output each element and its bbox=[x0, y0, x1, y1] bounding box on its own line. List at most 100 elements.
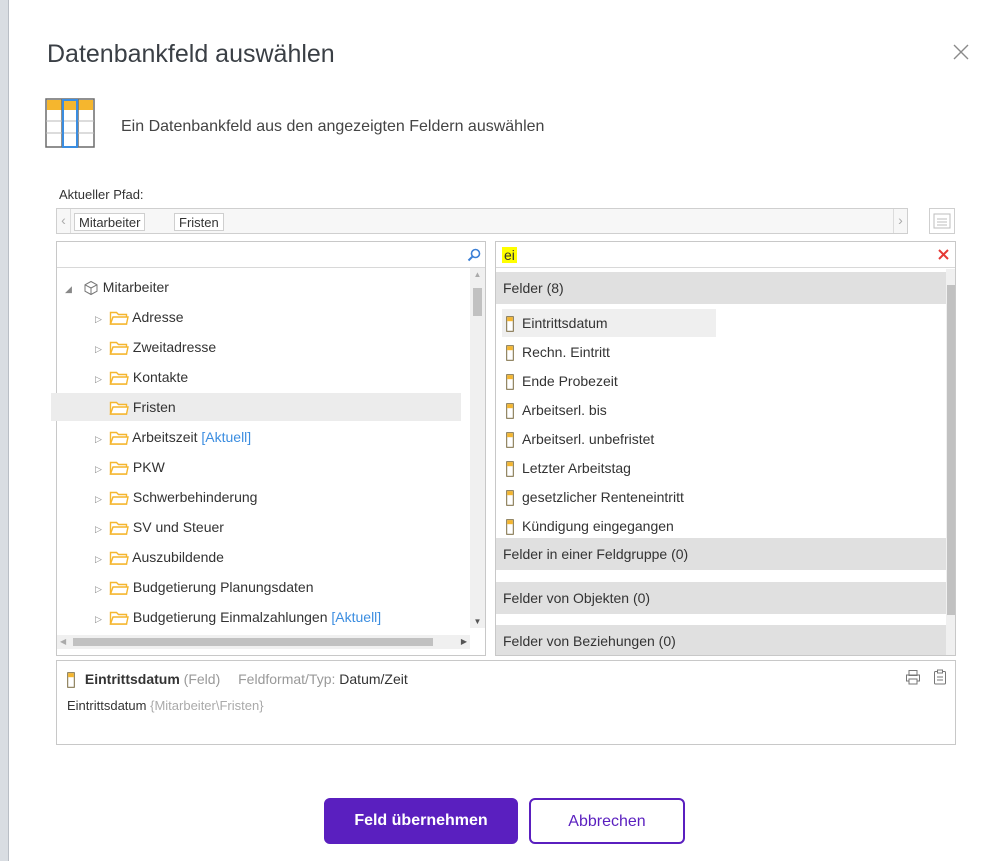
field-list-item[interactable]: Arbeitserl. unbefristet bbox=[506, 425, 654, 453]
info-format-value: Datum/Zeit bbox=[339, 671, 408, 687]
scroll-right-arrow-icon[interactable]: ▶ bbox=[461, 635, 467, 649]
expand-triangle-icon[interactable]: ▷ bbox=[95, 455, 109, 483]
date-field-icon bbox=[506, 403, 514, 420]
info-header: Eintrittsdatum (Feld) Feldformat/Typ: Da… bbox=[67, 671, 408, 689]
clipboard-icon[interactable] bbox=[933, 669, 947, 685]
path-scroll-right-icon[interactable]: › bbox=[893, 209, 907, 233]
tree-item-label: Budgetierung Planungsdaten bbox=[132, 579, 314, 595]
expand-triangle-icon[interactable]: ▷ bbox=[95, 575, 109, 603]
cancel-button[interactable]: Abbrechen bbox=[529, 798, 685, 844]
breadcrumb-mitarbeiter[interactable]: Mitarbeiter bbox=[74, 213, 146, 231]
folder-icon bbox=[109, 462, 129, 475]
tree-item[interactable]: ▷ PKW bbox=[95, 453, 165, 481]
scroll-up-arrow-icon[interactable]: ▲ bbox=[470, 270, 485, 279]
field-label: gesetzlicher Renteneintritt bbox=[522, 489, 684, 505]
folder-icon bbox=[109, 612, 129, 625]
tree-item[interactable]: ▷ Auszubildende bbox=[95, 543, 224, 571]
field-list-item[interactable]: Rechn. Eintritt bbox=[506, 338, 610, 366]
date-field-icon bbox=[506, 519, 514, 536]
field-list-item[interactable]: gesetzlicher Renteneintritt bbox=[506, 483, 684, 511]
folder-icon bbox=[109, 312, 129, 325]
field-list-item[interactable]: Kündigung eingegangen bbox=[506, 512, 674, 540]
fields-vscroll-thumb[interactable] bbox=[947, 285, 955, 615]
field-list-item[interactable]: Letzter Arbeitstag bbox=[506, 454, 631, 482]
info-format-label: Feldformat/Typ: bbox=[238, 671, 336, 687]
clear-search-icon[interactable] bbox=[937, 248, 950, 261]
field-label: Letzter Arbeitstag bbox=[522, 460, 631, 476]
folder-icon bbox=[109, 582, 129, 595]
list-view-icon bbox=[933, 213, 951, 229]
tree-item[interactable]: ▷ Zweitadresse bbox=[95, 333, 216, 361]
field-label: Arbeitserl. unbefristet bbox=[522, 431, 655, 447]
tree-item-label: Auszubildende bbox=[132, 549, 224, 565]
tree-item-label: Arbeitszeit bbox=[132, 429, 198, 445]
tree-item-label: SV und Steuer bbox=[132, 519, 224, 535]
field-label: Ende Probezeit bbox=[522, 373, 618, 389]
close-icon[interactable] bbox=[949, 40, 973, 64]
fields-vertical-scrollbar[interactable] bbox=[946, 269, 955, 655]
section-beziehungen[interactable]: Felder von Beziehungen (0) bbox=[496, 625, 946, 655]
tree-item[interactable]: ▷ Kontakte bbox=[95, 363, 188, 391]
date-field-icon bbox=[506, 432, 514, 449]
tree-hscroll-thumb[interactable] bbox=[73, 638, 433, 646]
tree-item[interactable]: ▷ Arbeitszeit [Aktuell] bbox=[95, 423, 251, 451]
info-field-name: Eintrittsdatum bbox=[84, 671, 180, 687]
print-icon[interactable] bbox=[905, 669, 921, 685]
tree-horizontal-scrollbar[interactable]: ◀ ▶ bbox=[57, 635, 470, 649]
info-field-kind: (Feld) bbox=[183, 671, 221, 687]
tree-search-box[interactable] bbox=[57, 242, 485, 268]
tree-item[interactable]: Fristen bbox=[95, 393, 176, 421]
expand-triangle-icon[interactable]: ▷ bbox=[95, 485, 109, 513]
tree-item[interactable]: ▷ Budgetierung Einmalzahlungen [Aktuell] bbox=[95, 603, 381, 631]
field-list-item[interactable]: Ende Probezeit bbox=[506, 367, 618, 395]
dialog-title: Datenbankfeld auswählen bbox=[47, 40, 335, 68]
field-label: Kündigung eingegangen bbox=[522, 518, 674, 534]
expand-triangle-icon[interactable]: ▷ bbox=[95, 515, 109, 543]
expand-triangle-icon[interactable]: ▷ bbox=[95, 605, 109, 633]
date-field-icon bbox=[506, 490, 514, 507]
field-info-panel: Eintrittsdatum (Feld) Feldformat/Typ: Da… bbox=[56, 660, 956, 745]
tree-item[interactable]: ▷ SV und Steuer bbox=[95, 513, 224, 541]
info-path-value: {Mitarbeiter\Fristen} bbox=[150, 698, 264, 713]
field-label: Arbeitserl. bis bbox=[522, 402, 607, 418]
breadcrumb-fristen[interactable]: Fristen bbox=[174, 213, 224, 231]
background-window-edge bbox=[0, 0, 9, 861]
date-field-icon bbox=[67, 672, 75, 689]
tree-root-label: Mitarbeiter bbox=[102, 279, 169, 295]
tree-item[interactable]: ▷ Adresse bbox=[95, 303, 183, 331]
field-label: Eintrittsdatum bbox=[522, 315, 608, 331]
tree-item-label: Adresse bbox=[132, 309, 184, 325]
expand-triangle-icon[interactable]: ▷ bbox=[95, 425, 109, 453]
folder-icon bbox=[109, 492, 129, 505]
expand-triangle-icon[interactable]: ▷ bbox=[95, 335, 109, 363]
accept-field-button[interactable]: Feld übernehmen bbox=[324, 798, 518, 844]
tree-item[interactable]: ▷ Budgetierung Planungsdaten bbox=[95, 573, 313, 601]
tree-root-mitarbeiter[interactable]: ◢ Mitarbeiter bbox=[65, 273, 169, 301]
field-search-value[interactable]: ei bbox=[502, 247, 517, 263]
scroll-left-arrow-icon[interactable]: ◀ bbox=[60, 635, 66, 649]
field-search-box[interactable]: ei bbox=[496, 242, 955, 268]
dialog-subtitle: Ein Datenbankfeld aus den angezeigten Fe… bbox=[121, 118, 545, 135]
scroll-down-arrow-icon[interactable]: ▼ bbox=[470, 617, 485, 626]
section-objekte[interactable]: Felder von Objekten (0) bbox=[496, 582, 946, 614]
search-icon[interactable] bbox=[467, 248, 481, 262]
date-field-icon bbox=[506, 374, 514, 391]
field-list-item[interactable]: Arbeitserl. bis bbox=[506, 396, 607, 424]
collapse-triangle-icon[interactable]: ◢ bbox=[65, 275, 79, 303]
section-felder[interactable]: Felder (8) bbox=[496, 272, 946, 304]
current-path-label: Aktueller Pfad: bbox=[59, 187, 144, 202]
tree-vertical-scrollbar[interactable]: ▲ ▼ bbox=[470, 268, 485, 628]
expand-triangle-icon[interactable]: ▷ bbox=[95, 305, 109, 333]
tree-item-label: Budgetierung Einmalzahlungen bbox=[132, 609, 328, 625]
folder-icon bbox=[109, 402, 129, 415]
field-list-item[interactable]: Eintrittsdatum bbox=[502, 309, 716, 337]
expand-triangle-icon[interactable]: ▷ bbox=[95, 545, 109, 573]
database-table-icon bbox=[45, 98, 95, 148]
section-feldgruppe[interactable]: Felder in einer Feldgruppe (0) bbox=[496, 538, 946, 570]
expand-triangle-icon[interactable]: ▷ bbox=[95, 365, 109, 393]
path-scroll-left-icon[interactable]: ‹ bbox=[57, 209, 71, 233]
tree-vscroll-thumb[interactable] bbox=[473, 288, 482, 316]
info-path-name: Eintrittsdatum bbox=[67, 698, 147, 713]
path-menu-button[interactable] bbox=[929, 208, 955, 234]
tree-item[interactable]: ▷ Schwerbehinderung bbox=[95, 483, 257, 511]
